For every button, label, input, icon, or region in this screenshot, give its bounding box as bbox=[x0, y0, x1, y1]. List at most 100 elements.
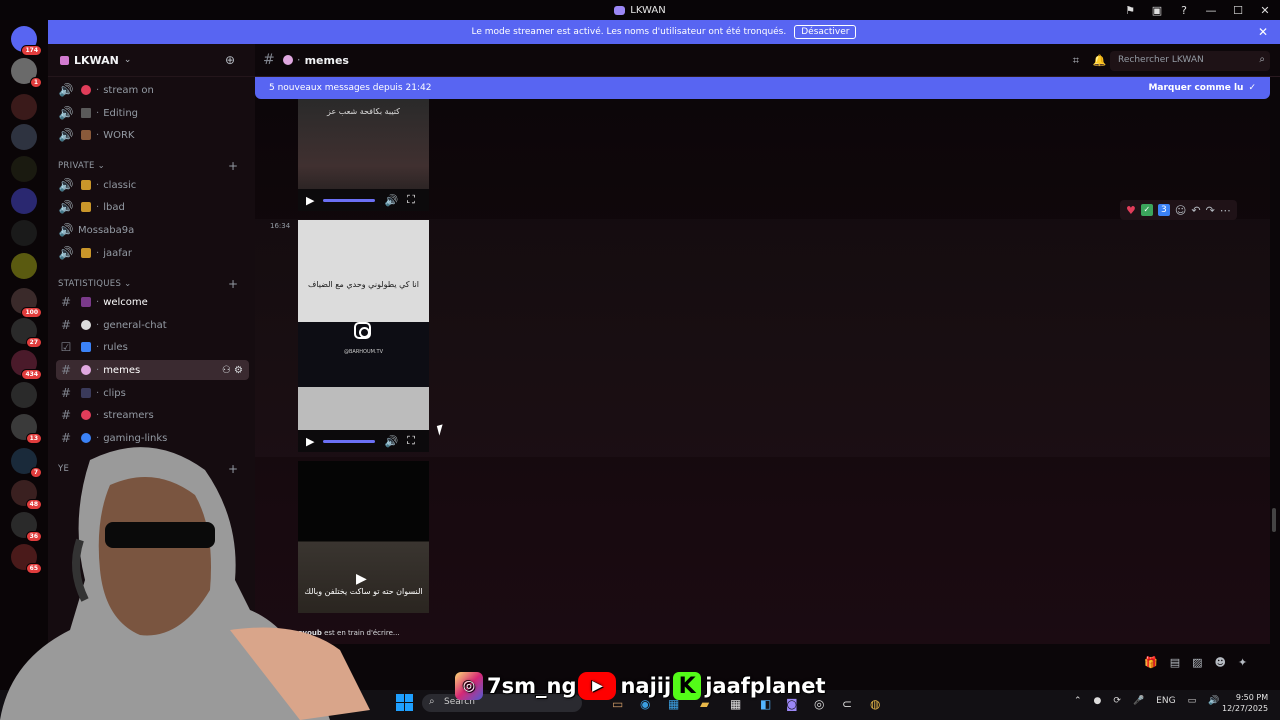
add-reaction-icon[interactable]: ☺ bbox=[1175, 204, 1186, 217]
check-reaction-icon[interactable]: ✓ bbox=[1140, 204, 1153, 216]
voice-channel-work[interactable]: 🔊 · WORK bbox=[56, 125, 249, 145]
video-controls: ▶ 🔊 ⛶ bbox=[298, 189, 429, 211]
voice-channel-jaafar[interactable]: 🔊 · jaafar bbox=[56, 243, 249, 263]
monitor-icon[interactable]: ▣ bbox=[1150, 3, 1164, 17]
youtube-handle: najij bbox=[620, 674, 672, 698]
mark-read-icon: ✓ bbox=[1248, 83, 1256, 93]
scrollbar[interactable] bbox=[1272, 508, 1276, 532]
more-icon[interactable]: ⋯ bbox=[1220, 204, 1231, 217]
message-actions: ♥ ✓ 3 ☺ ↶ ↷ ⋯ bbox=[1120, 200, 1237, 220]
video-attachment[interactable]: انا كي يطولوني وحدي مع الضياف @BARHOUM.T… bbox=[298, 220, 429, 452]
mark-as-read-button[interactable]: Marquer comme lu bbox=[1148, 83, 1243, 93]
threads-icon[interactable]: ⌗ bbox=[1073, 54, 1079, 68]
windows-start-icon[interactable] bbox=[396, 694, 413, 711]
apps-icon[interactable]: ✦ bbox=[1238, 656, 1247, 669]
tray-app-icon[interactable]: ⟳ bbox=[1113, 696, 1121, 706]
volume-icon[interactable]: 🔊 bbox=[384, 194, 398, 207]
hash-icon: # bbox=[60, 408, 72, 422]
volume-tray-icon[interactable]: 🔊 bbox=[1208, 696, 1219, 706]
window-titlebar: LKWAN ⚑ ▣ ? — ☐ ✕ bbox=[0, 0, 1280, 20]
gif-icon[interactable]: ▤ bbox=[1170, 656, 1180, 669]
minimize-icon[interactable]: — bbox=[1204, 3, 1218, 17]
server-icon[interactable] bbox=[11, 253, 37, 279]
category-statistiques[interactable]: STATISTIQUES ⌄ + bbox=[58, 277, 238, 291]
fullscreen-icon[interactable]: ⛶ bbox=[407, 434, 415, 448]
app-icon[interactable]: ⊂ bbox=[842, 697, 852, 711]
speaker-icon: 🔊 bbox=[58, 178, 74, 192]
disable-streamer-button[interactable]: Désactiver bbox=[794, 25, 857, 39]
text-channel-general-chat[interactable]: # · general-chat bbox=[56, 315, 249, 335]
gift-icon[interactable]: 🎁 bbox=[1144, 656, 1158, 669]
streamer-mode-banner: Le mode streamer est activé. Les noms d'… bbox=[48, 20, 1280, 44]
close-banner-icon[interactable]: ✕ bbox=[1258, 25, 1268, 39]
fullscreen-icon[interactable]: ⛶ bbox=[407, 193, 415, 207]
volume-slider[interactable] bbox=[323, 198, 376, 202]
channel-emoji-icon bbox=[81, 85, 91, 95]
add-channel-icon[interactable]: + bbox=[228, 159, 238, 173]
text-channel-memes[interactable]: # · memes ⚇ ⚙ bbox=[56, 360, 249, 380]
server-icon[interactable]: 27 bbox=[11, 318, 42, 348]
instagram-logo-icon: ◎ bbox=[455, 672, 483, 700]
chrome-icon[interactable]: ◍ bbox=[870, 697, 880, 711]
channel-title: memes bbox=[304, 53, 349, 67]
server-icon[interactable]: 1 bbox=[11, 58, 42, 88]
server-icon[interactable]: 13 bbox=[11, 414, 42, 444]
voice-channel-mossaba9a[interactable]: 🔊 Mossaba9a bbox=[56, 220, 249, 240]
server-icon[interactable] bbox=[11, 220, 37, 246]
category-label: STATISTIQUES bbox=[58, 279, 122, 289]
language-indicator[interactable]: ENG bbox=[1156, 696, 1175, 706]
kick-handle: jaafplanet bbox=[705, 674, 826, 698]
network-icon[interactable]: ▭ bbox=[1188, 696, 1197, 706]
microphone-icon[interactable]: 🎤 bbox=[1133, 696, 1144, 706]
close-window-icon[interactable]: ✕ bbox=[1258, 3, 1272, 17]
voice-channel-lbad[interactable]: 🔊 · lbad bbox=[56, 197, 249, 217]
volume-icon[interactable]: 🔊 bbox=[384, 435, 398, 448]
voice-channel-stream-on[interactable]: 🔊 · stream on bbox=[56, 80, 249, 100]
voice-channel-editing[interactable]: 🔊 · Editing bbox=[56, 103, 249, 123]
channel-emoji-icon bbox=[81, 410, 91, 420]
server-icon[interactable] bbox=[11, 188, 37, 214]
taskbar-clock[interactable]: 9:50 PM 12/27/2025 bbox=[1222, 692, 1268, 714]
server-icon[interactable]: 100 bbox=[11, 288, 42, 318]
text-channel-welcome[interactable]: # · welcome bbox=[56, 292, 249, 312]
server-icon[interactable] bbox=[11, 94, 37, 120]
tray-app-icon[interactable]: ● bbox=[1094, 696, 1102, 706]
channel-label: rules bbox=[103, 341, 128, 353]
video-attachment[interactable]: كتيبة بكافحة شعب عز ▶ 🔊 ⛶ bbox=[298, 99, 429, 211]
text-channel-streamers[interactable]: # · streamers bbox=[56, 405, 249, 425]
search-input[interactable]: Rechercher LKWAN ⌕ bbox=[1110, 51, 1270, 71]
bell-icon[interactable]: 🔔 bbox=[1093, 54, 1107, 68]
new-messages-bar[interactable]: 5 nouveaux messages depuis 21:42 Marquer… bbox=[255, 77, 1270, 99]
window-title-text: LKWAN bbox=[630, 4, 666, 16]
add-channel-icon[interactable]: + bbox=[228, 277, 238, 291]
emoji-icon[interactable]: ☻ bbox=[1215, 656, 1226, 669]
reaction-count[interactable]: 3 bbox=[1157, 204, 1170, 216]
invite-user-icon[interactable]: ⊕ bbox=[225, 53, 235, 67]
channel-label: welcome bbox=[103, 296, 148, 308]
forward-icon[interactable]: ↷ bbox=[1206, 204, 1215, 217]
chevron-up-icon[interactable]: ⌃ bbox=[1074, 696, 1082, 706]
server-icon[interactable] bbox=[11, 156, 37, 182]
new-messages-text: 5 nouveaux messages depuis 21:42 bbox=[269, 83, 432, 93]
maximize-icon[interactable]: ☐ bbox=[1231, 3, 1245, 17]
heart-reaction-icon[interactable]: ♥ bbox=[1126, 204, 1136, 217]
category-private[interactable]: PRIVATE ⌄ + bbox=[58, 159, 238, 173]
reply-icon[interactable]: ↶ bbox=[1191, 204, 1200, 217]
play-icon[interactable]: ▶ bbox=[306, 194, 314, 207]
guild-header[interactable]: LKWAN ⌄ ⊕ bbox=[48, 44, 255, 77]
server-icon[interactable] bbox=[11, 124, 37, 150]
help-icon[interactable]: ? bbox=[1177, 3, 1191, 17]
text-channel-clips[interactable]: # · clips bbox=[56, 383, 249, 403]
server-icon-home[interactable]: 174 bbox=[11, 26, 42, 56]
voice-channel-classic[interactable]: 🔊 · classic bbox=[56, 175, 249, 195]
message-list: 16:34 كتيبة بكافحة شعب عز ▶ 🔊 ⛶ انا كي ي… bbox=[255, 99, 1270, 644]
speaker-icon: 🔊 bbox=[58, 128, 74, 142]
server-icon[interactable] bbox=[11, 382, 37, 408]
inbox-flag-icon[interactable]: ⚑ bbox=[1123, 3, 1137, 17]
channel-settings-icon[interactable]: ⚇ ⚙ bbox=[222, 365, 243, 376]
hash-icon: # bbox=[263, 52, 275, 68]
server-icon[interactable]: 434 bbox=[11, 350, 42, 380]
system-tray: ⌃ ● ⟳ 🎤 ENG ▭ 🔊 bbox=[1074, 696, 1219, 706]
sticker-icon[interactable]: ▨ bbox=[1192, 656, 1202, 669]
text-channel-rules[interactable]: ☑ · rules bbox=[56, 337, 249, 357]
